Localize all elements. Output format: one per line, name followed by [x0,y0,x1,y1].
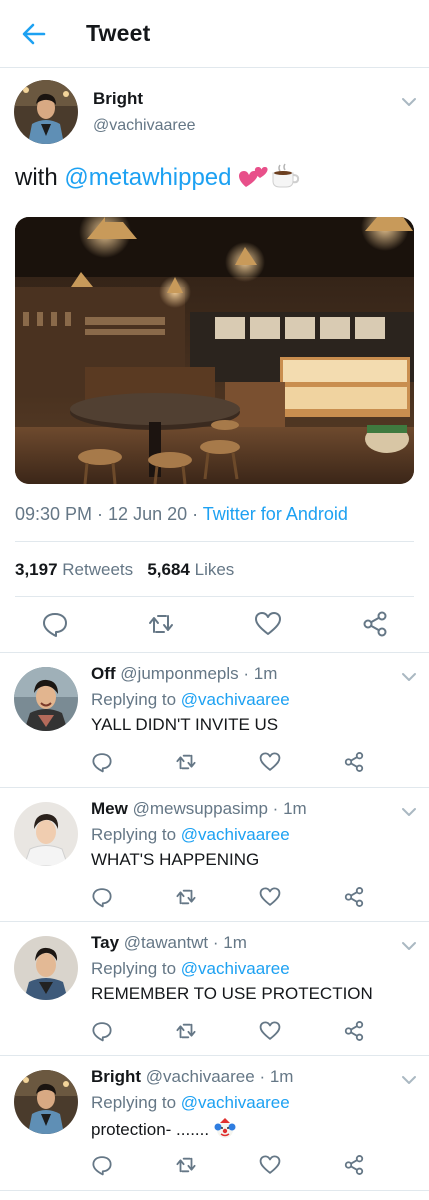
retweet-icon[interactable] [175,751,197,773]
mention-link[interactable]: @vachivaaree [181,1093,290,1112]
share-icon[interactable] [361,610,389,638]
replying-to-label: Replying to [91,825,177,844]
retweet-icon[interactable] [175,1020,197,1042]
author-name[interactable]: Bright [93,89,143,109]
reply-time: 1m [253,664,278,683]
reply-author-name[interactable]: Mew [91,799,128,818]
like-icon[interactable] [259,1020,281,1042]
list-item[interactable]: Off @jumponmepls · 1m Replying to @vachi… [0,653,429,787]
clown-emoji [214,1118,236,1145]
retweet-icon[interactable] [175,1154,197,1176]
coffee-emoji [270,163,300,196]
reply-header: Off @jumponmepls · 1m [91,664,278,683]
avatar[interactable] [14,667,78,731]
avatar[interactable] [14,802,78,866]
like-icon[interactable] [259,751,281,773]
reply-author-handle[interactable]: @vachivaaree [146,1067,255,1086]
reply-icon[interactable] [91,886,113,908]
reply-header: Mew @mewsuppasimp · 1m [91,799,307,818]
tweet-date: 12 Jun 20 [108,504,188,524]
chevron-down-icon[interactable] [401,1072,417,1084]
tweet-source-link[interactable]: Twitter for Android [203,504,348,524]
chevron-down-icon[interactable] [401,669,417,681]
like-icon[interactable] [259,1154,281,1176]
share-icon[interactable] [343,1020,365,1042]
reply-icon[interactable] [91,1154,113,1176]
reply-header: Tay @tawantwt · 1m [91,933,247,952]
page-title: Tweet [86,20,151,46]
reply-time: 1m [283,799,307,818]
tweet-time: 09:30 PM [15,504,93,524]
reply-text: protection- ....... [91,1118,236,1145]
list-item[interactable]: Tay @tawantwt · 1m Replying to @vachivaa… [0,922,429,1056]
mention-link[interactable]: @vachivaaree [181,690,290,709]
reply-text-content: protection- ....... [91,1120,214,1139]
retweet-icon[interactable] [175,886,197,908]
replying-to-label: Replying to [91,690,177,709]
divider [0,1190,429,1191]
reply-text: WHAT'S HAPPENING [91,850,260,869]
reply-icon[interactable] [91,1020,113,1042]
replying-to-label: Replying to [91,1093,177,1112]
replying-to: Replying to @vachivaaree [91,1093,290,1113]
replying-to: Replying to @vachivaaree [91,959,290,979]
reply-time: 1m [223,933,247,952]
divider [15,596,414,597]
likes-label[interactable]: Likes [195,560,235,579]
author-handle[interactable]: @vachivaaree [93,117,196,135]
replying-to-label: Replying to [91,959,177,978]
reply-header: Bright @vachivaaree · 1m [91,1067,294,1086]
like-icon[interactable] [254,610,282,638]
tweet-stats: 3,197 Retweets 5,684 Likes [15,560,234,580]
tweet-text-prefix: with [15,164,65,191]
retweets-count[interactable]: 3,197 [15,560,58,579]
share-icon[interactable] [343,886,365,908]
reply-icon[interactable] [91,751,113,773]
mention-link[interactable]: @vachivaaree [181,959,290,978]
reply-time: 1m [269,1067,294,1086]
mention-link[interactable]: @metawhipped [64,164,231,191]
retweet-icon[interactable] [147,610,175,638]
replying-to: Replying to @vachivaaree [91,690,290,710]
cafe-interior-photo[interactable] [15,217,414,484]
reply-text: YALL DIDN'T INVITE US [91,715,279,734]
tweet-text: with @metawhipped [15,163,300,196]
share-icon[interactable] [343,751,365,773]
share-icon[interactable] [343,1154,365,1176]
replying-to: Replying to @vachivaaree [91,825,290,845]
like-icon[interactable] [259,886,281,908]
two-hearts-emoji [238,163,270,196]
mention-link[interactable]: @vachivaaree [181,825,290,844]
chevron-down-icon[interactable] [401,938,417,950]
list-item[interactable]: Mew @mewsuppasimp · 1m Replying to @vach… [0,788,429,922]
likes-count[interactable]: 5,684 [147,560,190,579]
avatar[interactable] [14,80,78,144]
reply-author-handle[interactable]: @jumponmepls [120,664,238,683]
reply-text: REMEMBER TO USE PROTECTION [91,984,373,1003]
reply-author-name[interactable]: Off [91,664,116,683]
tweet-meta: 09:30 PM · 12 Jun 20 · Twitter for Andro… [15,504,348,524]
reply-author-handle[interactable]: @mewsuppasimp [133,799,268,818]
chevron-down-icon[interactable] [401,804,417,816]
avatar[interactable] [14,936,78,1000]
app-bar: Tweet [0,0,429,68]
chevron-down-icon[interactable] [401,94,417,106]
reply-author-handle[interactable]: @tawantwt [124,933,208,952]
back-arrow-icon[interactable] [20,20,48,48]
reply-author-name[interactable]: Bright [91,1067,141,1086]
divider [15,541,414,542]
reply-author-name[interactable]: Tay [91,933,119,952]
avatar[interactable] [14,1070,78,1134]
reply-icon[interactable] [41,610,69,638]
retweets-label[interactable]: Retweets [62,560,133,579]
list-item[interactable]: Bright @vachivaaree · 1m Replying to @va… [0,1056,429,1190]
